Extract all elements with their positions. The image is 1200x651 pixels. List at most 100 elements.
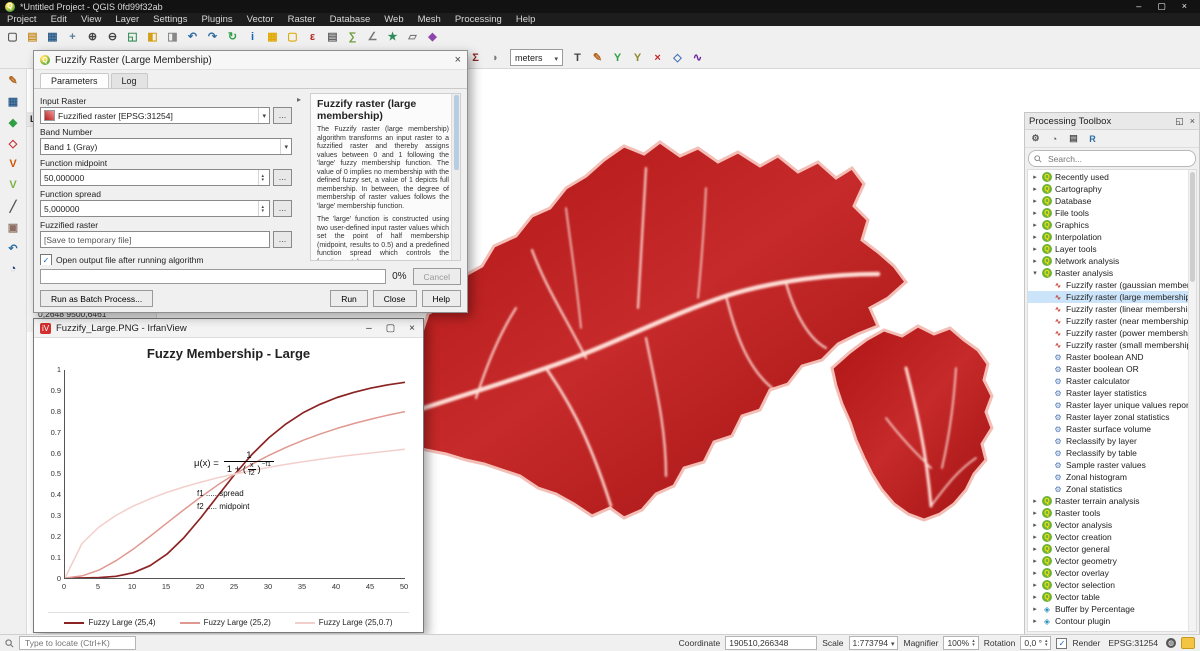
messages-icon[interactable] <box>1181 637 1195 649</box>
digitize-shape-icon[interactable]: Y <box>628 49 647 67</box>
zoom-next-icon[interactable]: ↷ <box>203 28 222 46</box>
minimize-button[interactable]: – <box>366 323 372 334</box>
toolbox-tree-item[interactable]: ▸ Contour plugin <box>1028 615 1196 627</box>
tree-expand-icon[interactable]: ▸ <box>1031 173 1039 181</box>
select-by-expression-icon[interactable]: ε <box>303 28 322 46</box>
toolbox-search[interactable] <box>1028 150 1196 167</box>
select-features-icon[interactable]: ▦ <box>263 28 282 46</box>
menu-item[interactable]: Layer <box>108 14 146 25</box>
save-edits-icon[interactable]: ▦ <box>3 92 23 110</box>
pan-map-icon[interactable]: + <box>63 28 82 46</box>
toolbox-tree-item[interactable]: ▸ Graphics <box>1028 219 1196 231</box>
menu-item[interactable]: Database <box>323 14 378 25</box>
snapping-icon[interactable]: ◇ <box>668 49 687 67</box>
open-project-icon[interactable]: ▤ <box>23 28 42 46</box>
style-manager-icon[interactable]: ◆ <box>423 28 442 46</box>
tree-expand-icon[interactable]: ▸ <box>1031 569 1039 577</box>
cancel-button[interactable]: Cancel <box>413 268 461 285</box>
magnifier-spinbox[interactable]: 100% <box>943 636 978 650</box>
toolbox-scrollbar[interactable] <box>1188 170 1196 631</box>
field-calculator-icon[interactable]: ∑ <box>343 28 362 46</box>
toolbox-tree-item[interactable]: Raster surface volume <box>1028 423 1196 435</box>
tree-expand-icon[interactable]: ▸ <box>1031 557 1039 565</box>
units-combobox[interactable]: meters <box>510 49 563 66</box>
help-button[interactable]: Help <box>422 290 461 307</box>
toolbox-models-icon[interactable]: ⚙ <box>1027 131 1044 146</box>
deselect-features-icon[interactable]: ▢ <box>283 28 302 46</box>
toolbox-tree-item[interactable]: ▸ Cartography <box>1028 183 1196 195</box>
digitize-segment-icon[interactable]: Y <box>608 49 627 67</box>
toolbox-tree-item[interactable]: Raster calculator <box>1028 375 1196 387</box>
tree-expand-icon[interactable]: ▸ <box>1031 185 1039 193</box>
tree-expand-icon[interactable]: ▸ <box>1031 245 1039 253</box>
toolbox-tree-item[interactable]: ▸ Network analysis <box>1028 255 1196 267</box>
menu-item[interactable]: Raster <box>281 14 323 25</box>
run-button[interactable]: Run <box>330 290 368 307</box>
input-raster-combobox[interactable]: Fuzzified raster [EPSG:31254] <box>40 107 270 124</box>
labeling-icon[interactable]: T <box>568 49 587 67</box>
toolbox-tree-item[interactable]: ▾ Raster analysis <box>1028 267 1196 279</box>
chevron-down-icon[interactable] <box>258 108 266 123</box>
layout-manager-icon[interactable]: ▱ <box>403 28 422 46</box>
toolbox-r-scripts-icon[interactable]: R <box>1084 131 1101 146</box>
toolbox-tree-item[interactable]: Zonal histogram <box>1028 471 1196 483</box>
close-button[interactable]: × <box>409 323 415 334</box>
toolbox-tree-item[interactable]: Fuzzify raster (large membership) <box>1028 291 1196 303</box>
toolbox-tree-item[interactable]: Fuzzify raster (small membership) <box>1028 339 1196 351</box>
coordinate-value[interactable]: 190510,266348 <box>725 636 817 650</box>
new-project-icon[interactable]: ▢ <box>3 28 22 46</box>
locate-input[interactable] <box>23 637 132 649</box>
output-raster-field[interactable]: [Save to temporary file] <box>40 231 270 248</box>
toolbox-tree-item[interactable]: ▸ Vector overlay <box>1028 567 1196 579</box>
run-as-batch-button[interactable]: Run as Batch Process... <box>40 290 153 307</box>
tree-expand-icon[interactable]: ▸ <box>1031 209 1039 217</box>
toolbox-tree-item[interactable]: Reclassify by table <box>1028 447 1196 459</box>
toolbox-tree-item[interactable]: ▸ Vector geometry <box>1028 555 1196 567</box>
toolbox-tree-item[interactable]: ▸ Database <box>1028 195 1196 207</box>
toolbox-tree-item[interactable]: Raster layer unique values report <box>1028 399 1196 411</box>
annotation-icon[interactable]: ✎ <box>588 49 607 67</box>
maximize-button[interactable]: ▢ <box>386 323 395 334</box>
tree-expand-icon[interactable]: ▸ <box>1031 545 1039 553</box>
toolbox-tree-item[interactable]: ▸ Vector table <box>1028 591 1196 603</box>
tree-expand-icon[interactable]: ▸ <box>1031 233 1039 241</box>
toolbox-tree-item[interactable]: ▸ Raster terrain analysis <box>1028 495 1196 507</box>
tree-expand-icon[interactable]: ▸ <box>1031 605 1039 613</box>
tab-parameters[interactable]: Parameters <box>40 73 109 88</box>
dialog-close-icon[interactable]: × <box>455 54 461 66</box>
toolbox-tree-item[interactable]: ▸ Recently used <box>1028 171 1196 183</box>
menu-item[interactable]: Web <box>377 14 410 25</box>
toolbox-tree-item[interactable]: ▸ Vector general <box>1028 543 1196 555</box>
function-spread-spinbox[interactable]: 5,000000 <box>40 200 270 217</box>
toolbox-tree-item[interactable]: Raster layer statistics <box>1028 387 1196 399</box>
spin-down-icon[interactable] <box>1045 643 1048 647</box>
add-feature-icon[interactable]: ◆ <box>3 113 23 131</box>
zoom-to-layer-icon[interactable]: ◨ <box>163 28 182 46</box>
tree-expand-icon[interactable]: ▸ <box>1031 197 1039 205</box>
processing-history-icon[interactable]: ◔ <box>3 260 23 278</box>
search-input[interactable] <box>1046 153 1190 165</box>
split-features-icon[interactable]: ╱ <box>3 197 23 215</box>
toolbox-history-icon[interactable]: ◔ <box>1046 131 1063 146</box>
tracing-icon[interactable]: ∿ <box>688 49 707 67</box>
toolbox-tree-item[interactable]: Fuzzify raster (gaussian membership) <box>1028 279 1196 291</box>
spin-down-icon[interactable] <box>261 178 264 182</box>
zoom-to-selection-icon[interactable]: ◧ <box>143 28 162 46</box>
locate-box[interactable] <box>19 636 136 650</box>
toolbox-tree-item[interactable]: Reclassify by layer <box>1028 435 1196 447</box>
toolbox-tree-item[interactable]: Raster boolean AND <box>1028 351 1196 363</box>
advanced-digitizing-icon[interactable]: V <box>3 155 23 173</box>
scrollbar-thumb[interactable] <box>454 95 459 170</box>
save-project-icon[interactable]: ▦ <box>43 28 62 46</box>
menu-item[interactable]: Help <box>509 14 543 25</box>
map-tips-icon[interactable]: ◗ <box>486 49 505 67</box>
tree-expand-icon[interactable]: ▸ <box>1031 509 1039 517</box>
minimize-button[interactable]: – <box>1136 1 1141 12</box>
toolbox-tree-item[interactable]: ▸ File tools <box>1028 207 1196 219</box>
tree-expand-icon[interactable]: ▸ <box>1031 617 1039 625</box>
toolbox-tree-item[interactable]: Zonal statistics <box>1028 483 1196 495</box>
toolbox-results-icon[interactable]: ▤ <box>1065 131 1082 146</box>
toolbox-tree-item[interactable]: ▸ Vector creation <box>1028 531 1196 543</box>
spin-down-icon[interactable] <box>261 209 264 213</box>
spread-options-button[interactable] <box>273 200 292 217</box>
